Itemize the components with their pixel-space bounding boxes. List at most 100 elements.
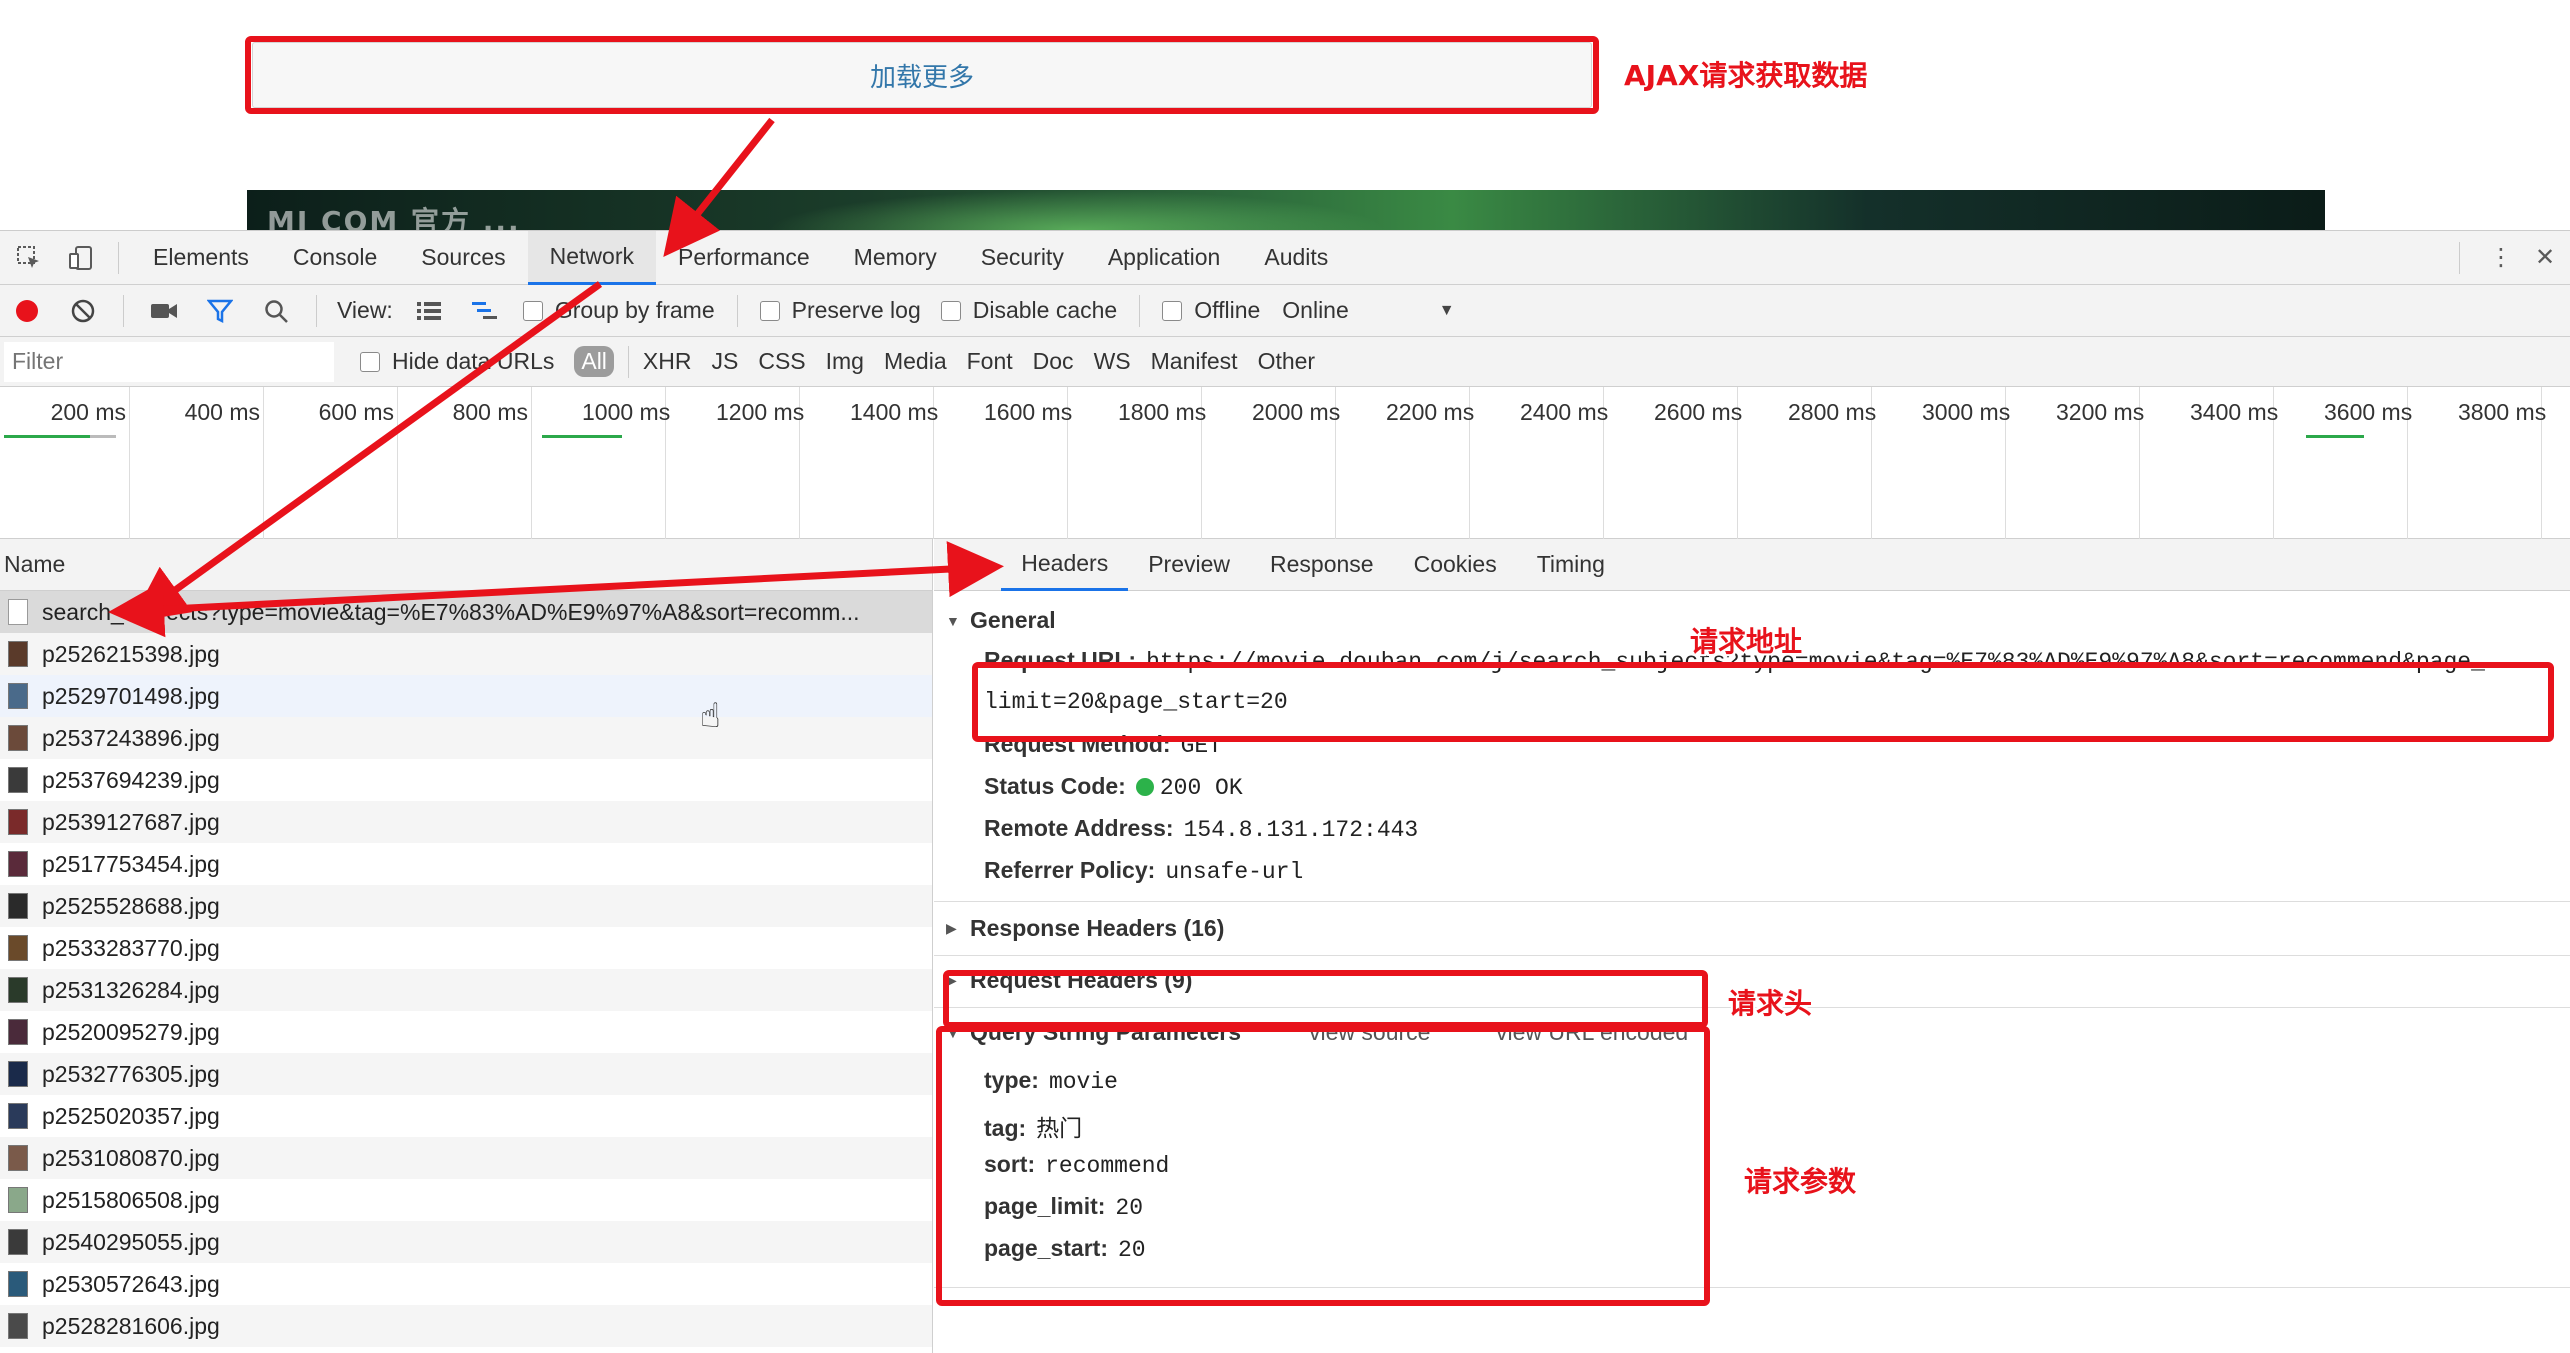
checkbox-box[interactable] <box>940 300 961 321</box>
hero-banner-image: MI COM 官方 ... <box>247 190 2325 230</box>
disable-cache-checkbox[interactable]: Disable cache <box>940 297 1117 324</box>
request-url-value[interactable]: https://movie.douban.com/j/search_subjec… <box>1146 649 2485 675</box>
response-headers-section-header[interactable]: ▶ Response Headers (16) <box>946 915 1224 942</box>
filter-type-other[interactable]: Other <box>1258 348 1316 375</box>
image-thumbnail-icon <box>8 725 28 751</box>
view-source-link[interactable]: view source <box>1309 1019 1430 1046</box>
inspect-element-icon[interactable] <box>14 243 44 273</box>
request-row[interactable]: p2529701498.jpg <box>0 675 932 717</box>
request-url-value-continued[interactable]: limit=20&page_start=20 <box>984 689 1288 715</box>
checkbox-box[interactable] <box>522 300 543 321</box>
tab-performance[interactable]: Performance <box>656 231 832 285</box>
document-icon <box>8 599 28 625</box>
request-name: p2537694239.jpg <box>42 766 220 793</box>
filter-type-manifest[interactable]: Manifest <box>1151 348 1238 375</box>
request-row[interactable]: p2533283770.jpg <box>0 927 932 969</box>
filter-type-xhr[interactable]: XHR <box>643 348 692 375</box>
checkbox-box[interactable] <box>360 351 380 372</box>
timeline-overview[interactable]: 200 ms 400 ms 600 ms 800 ms 1000 ms 1200 ms 14… <box>0 387 2570 539</box>
preserve-log-label: Preserve log <box>791 297 921 323</box>
more-options-icon[interactable]: ⋮ <box>2486 243 2516 273</box>
chevron-down-icon[interactable]: ▼ <box>1439 302 1455 320</box>
filter-input[interactable] <box>4 341 334 382</box>
request-headers-section-header[interactable]: ▶ Request Headers (9) <box>946 967 1192 994</box>
request-row[interactable]: p2539127687.jpg <box>0 801 932 843</box>
filter-type-doc[interactable]: Doc <box>1033 348 1074 375</box>
filter-type-img[interactable]: Img <box>826 348 864 375</box>
request-row[interactable]: p2515806508.jpg <box>0 1179 932 1221</box>
filter-icon[interactable] <box>203 294 237 328</box>
param-key: page_limit: <box>984 1193 1106 1219</box>
request-row[interactable]: p2540295055.jpg <box>0 1221 932 1263</box>
section-divider <box>934 955 2570 956</box>
request-row[interactable]: p2531080870.jpg <box>0 1137 932 1179</box>
request-row[interactable]: p2517753454.jpg <box>0 843 932 885</box>
throttling-select[interactable]: Online <box>1282 297 1348 324</box>
timeline-tick-label: 3800 ms <box>2458 399 2547 425</box>
waterfall-icon[interactable] <box>468 294 502 328</box>
param-key: tag: <box>984 1115 1027 1141</box>
status-ok-icon <box>1135 778 1154 796</box>
device-toolbar-icon[interactable] <box>66 243 96 273</box>
filter-type-font[interactable]: Font <box>967 348 1013 375</box>
request-row[interactable]: p2537694239.jpg <box>0 759 932 801</box>
toolbar-separator <box>1139 294 1141 327</box>
tab-headers[interactable]: Headers <box>1001 539 1129 591</box>
request-row-xhr[interactable]: search_subjects?type=movie&tag=%E7%83%AD… <box>0 591 932 633</box>
filter-type-media[interactable]: Media <box>884 348 947 375</box>
group-by-frame-checkbox[interactable]: Group by frame <box>522 297 715 324</box>
status-code-row: Status Code: 200 OK <box>984 773 1243 801</box>
request-row[interactable]: p2525528688.jpg <box>0 885 932 927</box>
response-headers-title: Response Headers (16) <box>970 915 1225 941</box>
filter-type-css[interactable]: CSS <box>758 348 805 375</box>
tab-audits[interactable]: Audits <box>1242 231 1350 285</box>
tab-response[interactable]: Response <box>1250 539 1394 591</box>
tab-application[interactable]: Application <box>1086 231 1243 285</box>
tab-security[interactable]: Security <box>959 231 1086 285</box>
checkbox-box[interactable] <box>1162 300 1183 321</box>
request-row[interactable]: p2537243896.jpg <box>0 717 932 759</box>
toolbar-separator <box>736 294 738 327</box>
image-thumbnail-icon <box>8 1103 28 1129</box>
load-more-button[interactable]: 加载更多 <box>252 42 1592 108</box>
tab-network[interactable]: Network <box>527 230 656 285</box>
offline-checkbox[interactable]: Offline <box>1162 297 1260 324</box>
request-row[interactable]: p2531326284.jpg <box>0 969 932 1011</box>
param-row: tag: 热门 <box>984 1109 1082 1143</box>
view-url-encoded-link[interactable]: view URL encoded <box>1496 1019 1688 1046</box>
request-row[interactable]: p2520095279.jpg <box>0 1011 932 1053</box>
checkbox-box[interactable] <box>759 300 780 321</box>
clear-icon[interactable] <box>66 294 100 328</box>
param-key: type: <box>984 1067 1039 1093</box>
general-section-header[interactable]: ▼ General <box>946 607 1056 634</box>
banner-ghost-text: MI COM 官方 ... <box>267 205 521 230</box>
request-row[interactable]: p2525020357.jpg <box>0 1095 932 1137</box>
request-row[interactable]: p2532776305.jpg <box>0 1053 932 1095</box>
request-row[interactable]: p2526215398.jpg <box>0 633 932 675</box>
close-detail-icon[interactable]: ✕ <box>934 539 1001 591</box>
hide-data-urls-checkbox[interactable]: Hide data URLs <box>360 348 554 375</box>
video-camera-icon[interactable] <box>147 294 181 328</box>
tab-timing[interactable]: Timing <box>1517 539 1625 591</box>
filter-type-ws[interactable]: WS <box>1094 348 1131 375</box>
record-icon[interactable] <box>10 294 44 328</box>
preserve-log-checkbox[interactable]: Preserve log <box>759 297 921 324</box>
query-params-section-header[interactable]: ▼ Query String Parameters <box>946 1019 1241 1046</box>
tab-preview[interactable]: Preview <box>1128 539 1250 591</box>
param-key: sort: <box>984 1151 1036 1177</box>
request-row[interactable]: p2530572643.jpg <box>0 1263 932 1305</box>
search-icon[interactable] <box>259 294 293 328</box>
tab-cookies[interactable]: Cookies <box>1394 539 1517 591</box>
tab-memory[interactable]: Memory <box>832 231 959 285</box>
tab-separator <box>2459 241 2460 274</box>
request-name: search_subjects?type=movie&tag=%E7%83%AD… <box>42 598 860 625</box>
request-row[interactable]: p2528281606.jpg <box>0 1305 932 1347</box>
tab-console[interactable]: Console <box>271 231 399 285</box>
tab-sources[interactable]: Sources <box>399 231 527 285</box>
filter-type-js[interactable]: JS <box>711 348 738 375</box>
tab-elements[interactable]: Elements <box>131 231 271 285</box>
close-icon[interactable]: ✕ <box>2530 243 2560 273</box>
large-rows-icon[interactable] <box>412 294 446 328</box>
filter-type-all[interactable]: All <box>574 346 614 377</box>
name-column-header[interactable]: Name <box>0 539 932 591</box>
